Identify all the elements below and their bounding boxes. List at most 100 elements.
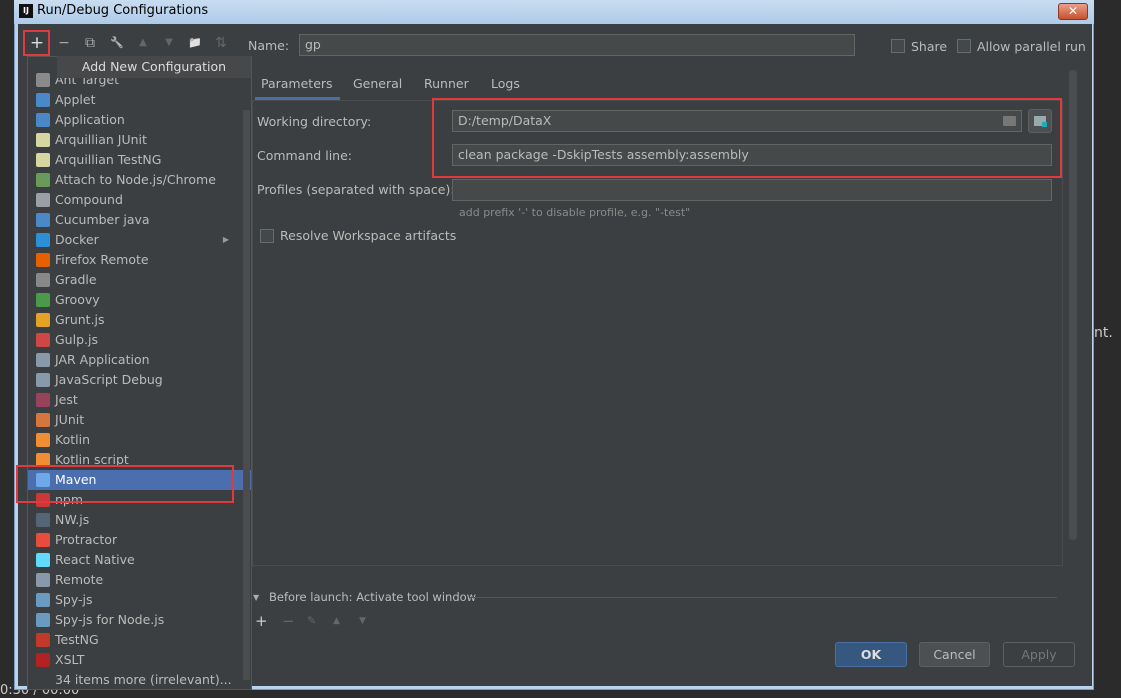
move-up-icon[interactable]: ▲ — [134, 34, 152, 52]
tab-general[interactable]: General — [353, 76, 402, 91]
config-type-item[interactable]: Grunt.js — [28, 310, 251, 330]
copy-icon[interactable]: ⧉ — [81, 34, 99, 52]
config-type-label: Grunt.js — [55, 312, 105, 327]
config-type-icon — [36, 553, 50, 567]
config-type-item[interactable]: Arquillian TestNG — [28, 150, 251, 170]
folder-icon[interactable]: 📁 — [186, 34, 204, 52]
config-type-label: JAR Application — [55, 352, 150, 367]
name-input[interactable]: gp — [299, 34, 855, 56]
tab-logs[interactable]: Logs — [491, 76, 520, 91]
config-type-icon — [36, 313, 50, 327]
move-down-icon[interactable]: ▼ — [160, 34, 178, 52]
close-button[interactable]: ✕ — [1058, 3, 1088, 20]
config-type-item[interactable]: JUnit — [28, 410, 251, 430]
share-checkbox[interactable] — [891, 39, 905, 53]
config-type-item[interactable]: Docker ▶ — [28, 230, 251, 250]
config-type-icon — [36, 173, 50, 187]
config-type-item[interactable]: Spy-js — [28, 590, 251, 610]
before-launch-down-icon[interactable]: ▼ — [359, 616, 366, 626]
tab-parameters[interactable]: Parameters — [261, 76, 333, 91]
config-type-label: Spy-js — [55, 592, 93, 607]
config-type-item[interactable]: Protractor — [28, 530, 251, 550]
profiles-input[interactable] — [452, 179, 1052, 201]
add-configuration-popup: Ant Target Applet Application Arquillian JU… — [27, 56, 252, 690]
config-type-label: Docker — [55, 232, 99, 247]
remove-icon[interactable]: − — [55, 34, 73, 52]
config-type-icon — [36, 293, 50, 307]
config-type-item[interactable]: Applet — [28, 90, 251, 110]
config-type-item[interactable]: Gradle — [28, 270, 251, 290]
submenu-arrow-icon: ▶ — [222, 235, 229, 244]
parallel-run-label[interactable]: Allow parallel run — [977, 39, 1086, 54]
config-type-icon — [36, 433, 50, 447]
app-icon: IJ — [19, 4, 33, 18]
before-launch-remove-icon[interactable]: − — [282, 612, 295, 630]
config-type-item[interactable]: Cucumber java — [28, 210, 251, 230]
config-type-icon — [36, 353, 50, 367]
config-type-item[interactable]: NW.js — [28, 510, 251, 530]
config-type-label: XSLT — [55, 652, 85, 667]
scrollbar[interactable] — [1069, 70, 1077, 540]
config-type-item[interactable]: Spy-js for Node.js — [28, 610, 251, 630]
config-type-label: TestNG — [55, 632, 99, 647]
command-line-label: Command line: — [257, 148, 352, 163]
cancel-button[interactable]: Cancel — [919, 642, 990, 667]
config-type-item[interactable]: JAR Application — [28, 350, 251, 370]
share-label[interactable]: Share — [911, 39, 947, 54]
resolve-workspace-label[interactable]: Resolve Workspace artifacts — [280, 228, 456, 243]
config-type-item[interactable]: JavaScript Debug — [28, 370, 251, 390]
config-type-label: Compound — [55, 192, 123, 207]
resolve-workspace-checkbox[interactable] — [260, 229, 274, 243]
before-launch-add-icon[interactable]: + — [255, 612, 268, 630]
config-type-item[interactable]: Attach to Node.js/Chrome — [28, 170, 251, 190]
config-type-item[interactable]: 34 items more (irrelevant)... — [28, 670, 251, 689]
profiles-label: Profiles (separated with space): — [257, 182, 455, 197]
config-type-item[interactable]: Application — [28, 110, 251, 130]
profiles-hint: add prefix '-' to disable profile, e.g. … — [459, 206, 691, 219]
config-type-item[interactable]: XSLT — [28, 650, 251, 670]
config-type-label: Application — [55, 112, 125, 127]
window-title: Run/Debug Configurations — [37, 3, 209, 18]
config-type-icon — [36, 233, 50, 247]
background-text-right: nt. — [1094, 325, 1113, 341]
config-type-icon — [36, 213, 50, 227]
before-launch-edit-icon[interactable]: ✎ — [307, 614, 316, 627]
config-type-item[interactable]: Groovy — [28, 290, 251, 310]
config-type-icon — [36, 193, 50, 207]
config-type-label: Arquillian JUnit — [55, 132, 147, 147]
config-type-label: Groovy — [55, 292, 100, 307]
config-type-label: Jest — [55, 392, 78, 407]
highlight-fields — [432, 98, 1062, 178]
parallel-run-checkbox[interactable] — [957, 39, 971, 53]
config-type-item[interactable]: React Native — [28, 550, 251, 570]
highlight-maven — [16, 465, 234, 503]
config-type-item[interactable]: Firefox Remote — [28, 250, 251, 270]
config-type-item[interactable]: Compound — [28, 190, 251, 210]
config-type-icon — [36, 93, 50, 107]
config-type-item[interactable]: Remote — [28, 570, 251, 590]
config-type-icon — [36, 133, 50, 147]
config-type-icon — [36, 513, 50, 527]
config-type-icon — [36, 153, 50, 167]
config-type-label: Gulp.js — [55, 332, 98, 347]
config-type-item[interactable]: TestNG — [28, 630, 251, 650]
name-label: Name: — [248, 38, 290, 53]
config-type-icon — [36, 393, 50, 407]
before-launch-label[interactable]: Before launch: Activate tool window — [269, 590, 476, 604]
sort-icon[interactable]: ⇅ — [212, 34, 230, 52]
config-type-icon — [36, 333, 50, 347]
config-type-icon — [36, 413, 50, 427]
config-type-item[interactable]: Jest — [28, 390, 251, 410]
config-type-icon — [36, 533, 50, 547]
ok-button[interactable]: OK — [835, 642, 907, 667]
apply-button[interactable]: Apply — [1003, 642, 1075, 667]
before-launch-up-icon[interactable]: ▲ — [333, 616, 340, 626]
config-type-label: 34 items more (irrelevant)... — [55, 672, 232, 687]
config-type-item[interactable]: Arquillian JUnit — [28, 130, 251, 150]
expand-triangle-icon[interactable]: ▼ — [253, 593, 259, 602]
config-type-item[interactable]: Kotlin — [28, 430, 251, 450]
tab-runner[interactable]: Runner — [424, 76, 469, 91]
wrench-icon[interactable]: 🔧 — [108, 34, 126, 52]
popup-scrollbar[interactable] — [243, 110, 250, 680]
config-type-item[interactable]: Gulp.js — [28, 330, 251, 350]
